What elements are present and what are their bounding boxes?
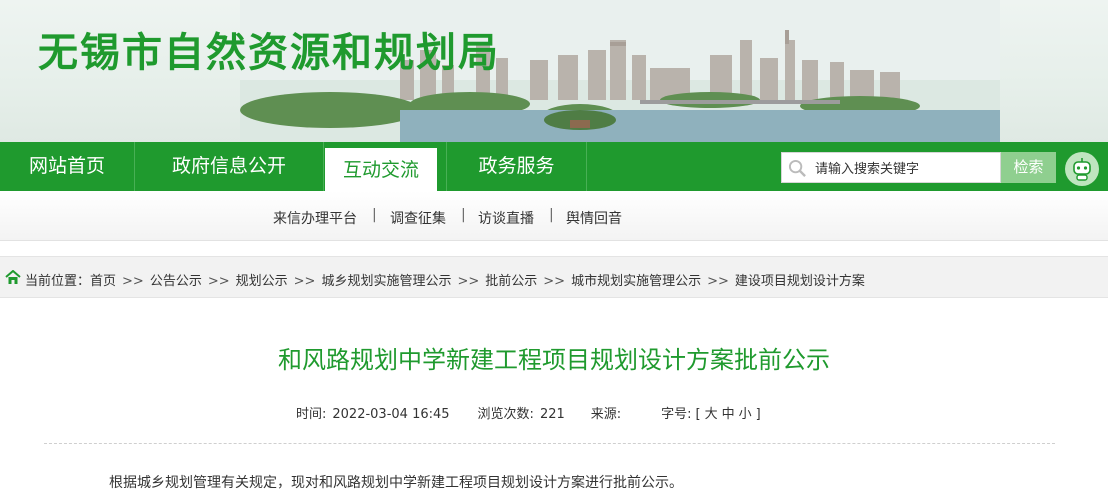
subnav-divider: | bbox=[372, 207, 377, 223]
nav-services[interactable]: 政务服务 bbox=[447, 142, 586, 191]
robot-assistant-icon[interactable] bbox=[1065, 152, 1099, 186]
breadcrumb-prefix: 当前位置： bbox=[25, 274, 91, 289]
breadcrumb-item-planning-notices[interactable]: 规划公示 bbox=[236, 274, 288, 289]
nav-interaction[interactable]: 互动交流 bbox=[325, 148, 437, 191]
fontsize-small-button[interactable]: 小 bbox=[739, 407, 752, 422]
breadcrumb-item-pre-approval[interactable]: 批前公示 bbox=[485, 274, 537, 289]
article-body: 根据城乡规划管理有关规定，现对和风路规划中学新建工程项目规划设计方案进行批前公示… bbox=[109, 475, 683, 491]
site-title: 无锡市自然资源和规划局 bbox=[38, 30, 500, 76]
search-box bbox=[781, 152, 1001, 183]
fontsize-large-button[interactable]: 大 bbox=[705, 407, 718, 422]
article-meta: 时间: 2022-03-04 16:45 浏览次数: 221 来源: 字号:[ 大中小] bbox=[296, 403, 767, 422]
meta-time-label: 时间: bbox=[296, 407, 327, 422]
breadcrumb-arrow: >> bbox=[207, 274, 230, 289]
meta-views-label: 浏览次数: bbox=[477, 407, 534, 422]
subnav-letters-platform[interactable]: 来信办理平台 bbox=[273, 208, 357, 228]
subnav-interview-live[interactable]: 访谈直播 bbox=[478, 208, 534, 228]
sub-nav: 来信办理平台 | 调查征集 | 访谈直播 | 舆情回音 bbox=[0, 191, 1108, 241]
subnav-divider: | bbox=[461, 207, 466, 223]
meta-views-value: 221 bbox=[539, 407, 565, 422]
breadcrumb: 当前位置：首页 >> 公告公示 >> 规划公示 >> 城乡规划实施管理公示 >> 批前公示 >> 城… bbox=[0, 256, 1108, 298]
home-icon bbox=[5, 270, 21, 284]
article-title: 和风路规划中学新建工程项目规划设计方案批前公示 bbox=[278, 346, 830, 374]
subnav-divider: | bbox=[549, 207, 554, 223]
breadcrumb-item-design-scheme[interactable]: 建设项目规划设计方案 bbox=[735, 274, 865, 289]
search-input[interactable] bbox=[815, 153, 1000, 182]
meta-source-label: 来源: bbox=[590, 407, 622, 422]
search-icon bbox=[788, 159, 806, 177]
header-banner: 无锡市自然资源和规划局 bbox=[0, 0, 1108, 142]
breadcrumb-arrow: >> bbox=[707, 274, 729, 289]
meta-time-value: 2022-03-04 16:45 bbox=[332, 407, 450, 422]
breadcrumb-arrow: >> bbox=[457, 274, 480, 289]
breadcrumb-item-announcements[interactable]: 公告公示 bbox=[150, 274, 202, 289]
fontsize-bracket-close: ] bbox=[755, 407, 761, 422]
breadcrumb-arrow: >> bbox=[543, 274, 566, 289]
divider-line bbox=[44, 443, 1055, 444]
subnav-public-opinion[interactable]: 舆情回音 bbox=[566, 208, 622, 228]
meta-fontsize-label: 字号: bbox=[661, 407, 692, 422]
breadcrumb-item-home[interactable]: 首页 bbox=[90, 274, 116, 289]
nav-home[interactable]: 网站首页 bbox=[0, 142, 134, 191]
breadcrumb-arrow: >> bbox=[293, 274, 316, 289]
fontsize-bracket-open: [ bbox=[695, 407, 701, 422]
nav-government-info[interactable]: 政府信息公开 bbox=[135, 142, 323, 191]
breadcrumb-arrow: >> bbox=[122, 274, 144, 289]
breadcrumb-item-city-planning[interactable]: 城市规划实施管理公示 bbox=[571, 274, 701, 289]
search-button[interactable]: 检索 bbox=[1001, 152, 1056, 183]
subnav-survey[interactable]: 调查征集 bbox=[390, 208, 446, 228]
fontsize-medium-button[interactable]: 中 bbox=[722, 407, 735, 422]
breadcrumb-item-urban-rural-planning[interactable]: 城乡规划实施管理公示 bbox=[321, 274, 451, 289]
